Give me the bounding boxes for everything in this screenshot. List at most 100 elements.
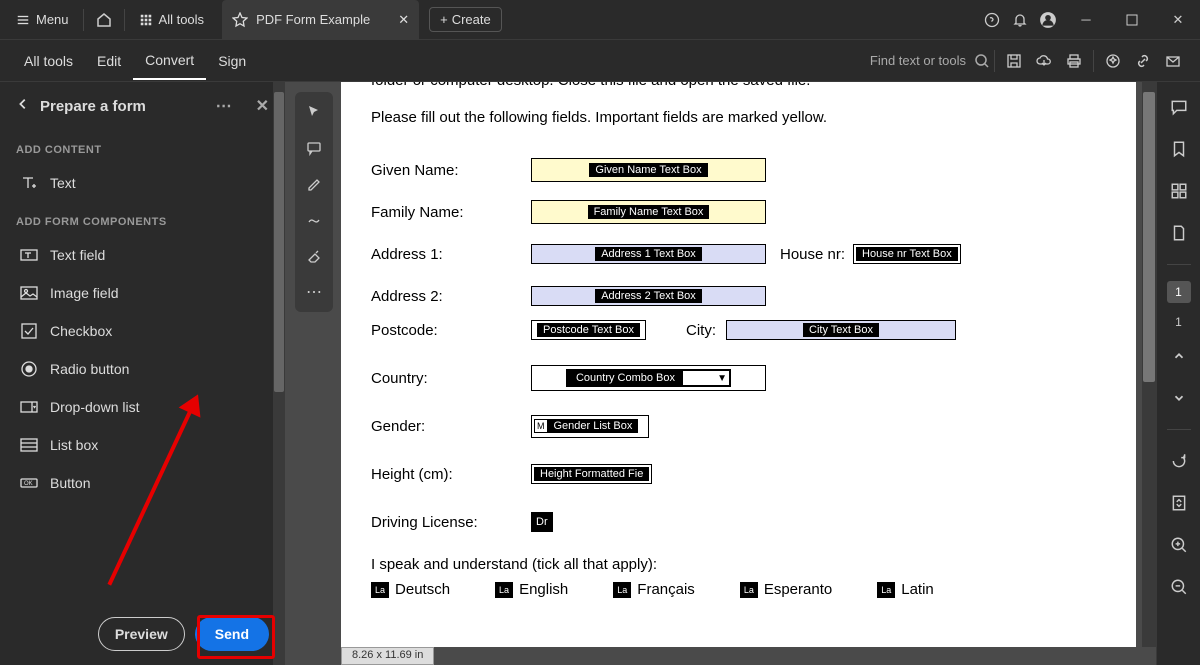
- field-family-name[interactable]: Family Name Text Box: [531, 200, 766, 224]
- label-country: Country:: [371, 370, 531, 387]
- field-address2[interactable]: Address 2 Text Box: [531, 286, 766, 306]
- document-tab[interactable]: PDF Form Example ✕: [222, 0, 419, 40]
- save-icon[interactable]: [999, 46, 1029, 76]
- tab-close-icon[interactable]: ✕: [398, 12, 409, 28]
- label-city: City:: [686, 322, 716, 339]
- add-checkbox[interactable]: Checkbox: [16, 312, 269, 350]
- tab-edit[interactable]: Edit: [85, 43, 133, 79]
- ai-icon[interactable]: [1098, 46, 1128, 76]
- doc-instruction: Please fill out the following fields. Im…: [371, 109, 1106, 126]
- add-text-field[interactable]: Text field: [16, 236, 269, 274]
- create-label: Create: [452, 12, 491, 27]
- bookmark-icon[interactable]: [1164, 134, 1194, 164]
- tab-sign[interactable]: Sign: [206, 43, 258, 79]
- search-placeholder: Find text or tools: [870, 53, 966, 68]
- checkbox-esperanto[interactable]: La: [740, 582, 758, 598]
- page-total: 1: [1175, 315, 1182, 329]
- page-down-icon[interactable]: [1164, 383, 1194, 413]
- field-gender[interactable]: M Gender List Box: [531, 415, 649, 438]
- pointer-icon[interactable]: [301, 100, 327, 124]
- tab-convert[interactable]: Convert: [133, 42, 206, 80]
- cloud-icon[interactable]: [1029, 46, 1059, 76]
- add-text[interactable]: Text: [16, 164, 269, 202]
- field-city[interactable]: City Text Box: [726, 320, 956, 340]
- page-up-icon[interactable]: [1164, 341, 1194, 371]
- left-panel-scrollbar[interactable]: [273, 82, 285, 665]
- checkbox-latin[interactable]: La: [877, 582, 895, 598]
- plus-icon: +: [440, 12, 448, 27]
- all-tools-top[interactable]: All tools: [131, 8, 213, 31]
- panel-title: Prepare a form: [40, 98, 146, 115]
- profile-icon[interactable]: [1034, 6, 1062, 34]
- back-icon[interactable]: [16, 97, 30, 115]
- menu-button[interactable]: Menu: [8, 8, 77, 31]
- erase-icon[interactable]: [301, 244, 327, 268]
- label-family-name: Family Name:: [371, 204, 531, 221]
- lang-esperanto: Esperanto: [764, 581, 832, 598]
- preview-button[interactable]: Preview: [98, 617, 185, 651]
- field-postcode[interactable]: Postcode Text Box: [531, 320, 646, 340]
- comment-icon[interactable]: [301, 136, 327, 160]
- lang-latin: Latin: [901, 581, 934, 598]
- search-area[interactable]: Find text or tools: [870, 53, 990, 69]
- section-add-content: ADD CONTENT: [16, 144, 269, 156]
- maximize-icon[interactable]: [1118, 6, 1146, 34]
- label-address1: Address 1:: [371, 246, 531, 263]
- add-dropdown[interactable]: Drop-down list: [16, 388, 269, 426]
- draw-icon[interactable]: [301, 208, 327, 232]
- field-house-nr[interactable]: House nr Text Box: [853, 244, 961, 264]
- search-icon: [974, 53, 990, 69]
- label-driving: Driving License:: [371, 514, 531, 531]
- thumbnails-icon[interactable]: [1164, 176, 1194, 206]
- checkbox-deutsch[interactable]: La: [371, 582, 389, 598]
- add-image-field[interactable]: Image field: [16, 274, 269, 312]
- zoom-in-icon[interactable]: [1164, 530, 1194, 560]
- email-icon[interactable]: [1158, 46, 1188, 76]
- create-button[interactable]: + Create: [429, 7, 502, 32]
- document-scrollbar[interactable]: [1142, 82, 1156, 647]
- field-given-name[interactable]: Given Name Text Box: [531, 158, 766, 182]
- field-country[interactable]: Country Combo Box▼: [531, 365, 766, 391]
- rotate-icon[interactable]: [1164, 446, 1194, 476]
- label-given-name: Given Name:: [371, 162, 531, 179]
- highlight-icon[interactable]: [301, 172, 327, 196]
- page-fit-icon[interactable]: [1164, 488, 1194, 518]
- document-page[interactable]: folder or computer desktop. Close this f…: [341, 82, 1136, 647]
- lang-deutsch: Deutsch: [395, 581, 450, 598]
- help-icon[interactable]: [978, 6, 1006, 34]
- page-icon[interactable]: [1164, 218, 1194, 248]
- zoom-out-icon[interactable]: [1164, 572, 1194, 602]
- doc-text-truncated: folder or computer desktop. Close this f…: [371, 82, 1106, 89]
- print-icon[interactable]: [1059, 46, 1089, 76]
- link-icon[interactable]: [1128, 46, 1158, 76]
- close-window-icon[interactable]: ✕: [1164, 6, 1192, 34]
- tab-title: PDF Form Example: [256, 12, 370, 27]
- field-address1[interactable]: Address 1 Text Box: [531, 244, 766, 264]
- add-button[interactable]: OK Button: [16, 464, 269, 502]
- chat-icon[interactable]: [1164, 92, 1194, 122]
- send-button[interactable]: Send: [195, 617, 269, 651]
- all-tools-label: All tools: [159, 12, 205, 27]
- label-languages: I speak and understand (tick all that ap…: [371, 556, 1106, 573]
- minimize-icon[interactable]: ─: [1072, 6, 1100, 34]
- panel-close-icon[interactable]: ✕: [256, 96, 269, 116]
- bell-icon[interactable]: [1006, 6, 1034, 34]
- more-tools-icon[interactable]: ⋯: [301, 280, 327, 304]
- label-address2: Address 2:: [371, 288, 531, 305]
- field-driving[interactable]: Dr: [531, 512, 553, 532]
- page-dimensions: 8.26 x 11.69 in: [341, 647, 434, 665]
- lang-english: English: [519, 581, 568, 598]
- label-postcode: Postcode:: [371, 322, 531, 339]
- checkbox-english[interactable]: La: [495, 582, 513, 598]
- add-radio[interactable]: Radio button: [16, 350, 269, 388]
- dropdown-arrow-icon: ▼: [715, 371, 729, 385]
- add-listbox[interactable]: List box: [16, 426, 269, 464]
- checkbox-francais[interactable]: La: [613, 582, 631, 598]
- label-gender: Gender:: [371, 418, 531, 435]
- home-icon[interactable]: [90, 6, 118, 34]
- svg-text:OK: OK: [24, 481, 33, 487]
- panel-more-icon[interactable]: ⋯: [216, 96, 232, 116]
- field-height[interactable]: Height Formatted Fie: [531, 464, 652, 484]
- page-current[interactable]: 1: [1167, 281, 1191, 303]
- tab-all-tools[interactable]: All tools: [12, 43, 85, 79]
